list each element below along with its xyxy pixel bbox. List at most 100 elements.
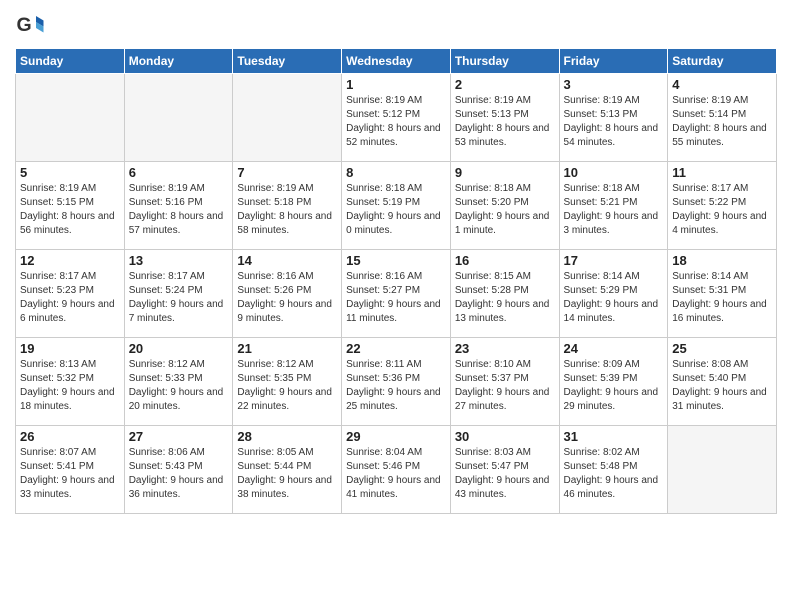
header: G <box>15 10 777 40</box>
day-info: Sunrise: 8:05 AM Sunset: 5:44 PM Dayligh… <box>237 446 337 502</box>
weekday-header-monday: Monday <box>124 49 233 74</box>
calendar-cell: 4 Sunrise: 8:19 AM Sunset: 5:14 PM Daylig… <box>668 74 777 162</box>
day-info: Sunrise: 8:18 AM Sunset: 5:21 PM Dayligh… <box>564 182 664 238</box>
calendar-week-row: 26 Sunrise: 8:07 AM Sunset: 5:41 PM Dayli… <box>16 426 777 514</box>
day-number: 13 <box>129 253 229 268</box>
calendar-cell: 12 Sunrise: 8:17 AM Sunset: 5:23 PM Dayli… <box>16 250 125 338</box>
calendar-week-row: 5 Sunrise: 8:19 AM Sunset: 5:15 PM Daylig… <box>16 162 777 250</box>
day-number: 31 <box>564 429 664 444</box>
calendar-cell: 11 Sunrise: 8:17 AM Sunset: 5:22 PM Dayli… <box>668 162 777 250</box>
calendar-cell: 20 Sunrise: 8:12 AM Sunset: 5:33 PM Dayli… <box>124 338 233 426</box>
calendar-cell <box>16 74 125 162</box>
day-info: Sunrise: 8:19 AM Sunset: 5:15 PM Dayligh… <box>20 182 120 238</box>
calendar-cell: 26 Sunrise: 8:07 AM Sunset: 5:41 PM Dayli… <box>16 426 125 514</box>
day-number: 21 <box>237 341 337 356</box>
day-number: 28 <box>237 429 337 444</box>
day-info: Sunrise: 8:02 AM Sunset: 5:48 PM Dayligh… <box>564 446 664 502</box>
calendar-cell: 8 Sunrise: 8:18 AM Sunset: 5:19 PM Daylig… <box>342 162 451 250</box>
calendar-cell: 2 Sunrise: 8:19 AM Sunset: 5:13 PM Daylig… <box>450 74 559 162</box>
calendar-cell: 31 Sunrise: 8:02 AM Sunset: 5:48 PM Dayli… <box>559 426 668 514</box>
weekday-header-row: SundayMondayTuesdayWednesdayThursdayFrid… <box>16 49 777 74</box>
day-number: 12 <box>20 253 120 268</box>
day-number: 26 <box>20 429 120 444</box>
day-info: Sunrise: 8:12 AM Sunset: 5:33 PM Dayligh… <box>129 358 229 414</box>
calendar-table: SundayMondayTuesdayWednesdayThursdayFrid… <box>15 48 777 514</box>
calendar-cell: 30 Sunrise: 8:03 AM Sunset: 5:47 PM Dayli… <box>450 426 559 514</box>
weekday-header-tuesday: Tuesday <box>233 49 342 74</box>
day-info: Sunrise: 8:08 AM Sunset: 5:40 PM Dayligh… <box>672 358 772 414</box>
calendar-cell: 3Sunrise: 8:19 AM Sunset: 5:13 PM Daylig… <box>559 74 668 162</box>
day-number: 7 <box>237 165 337 180</box>
calendar-cell: 5 Sunrise: 8:19 AM Sunset: 5:15 PM Daylig… <box>16 162 125 250</box>
weekday-header-thursday: Thursday <box>450 49 559 74</box>
calendar-cell: 22Sunrise: 8:11 AM Sunset: 5:36 PM Dayli… <box>342 338 451 426</box>
day-info: Sunrise: 8:19 AM Sunset: 5:12 PM Dayligh… <box>346 94 446 150</box>
calendar-cell: 21 Sunrise: 8:12 AM Sunset: 5:35 PM Dayli… <box>233 338 342 426</box>
day-info: Sunrise: 8:17 AM Sunset: 5:24 PM Dayligh… <box>129 270 229 326</box>
day-info: Sunrise: 8:14 AM Sunset: 5:31 PM Dayligh… <box>672 270 772 326</box>
day-info: Sunrise: 8:19 AM Sunset: 5:16 PM Dayligh… <box>129 182 229 238</box>
calendar-cell <box>668 426 777 514</box>
day-number: 9 <box>455 165 555 180</box>
day-info: Sunrise: 8:04 AM Sunset: 5:46 PM Dayligh… <box>346 446 446 502</box>
calendar-cell: 27Sunrise: 8:06 AM Sunset: 5:43 PM Dayli… <box>124 426 233 514</box>
calendar-cell: 19Sunrise: 8:13 AM Sunset: 5:32 PM Dayli… <box>16 338 125 426</box>
day-info: Sunrise: 8:19 AM Sunset: 5:13 PM Dayligh… <box>564 94 664 150</box>
weekday-header-wednesday: Wednesday <box>342 49 451 74</box>
calendar-week-row: 12 Sunrise: 8:17 AM Sunset: 5:23 PM Dayli… <box>16 250 777 338</box>
day-info: Sunrise: 8:16 AM Sunset: 5:26 PM Dayligh… <box>237 270 337 326</box>
day-info: Sunrise: 8:11 AM Sunset: 5:36 PM Dayligh… <box>346 358 446 414</box>
calendar-cell: 9 Sunrise: 8:18 AM Sunset: 5:20 PM Daylig… <box>450 162 559 250</box>
calendar-cell: 16 Sunrise: 8:15 AM Sunset: 5:28 PM Dayli… <box>450 250 559 338</box>
day-info: Sunrise: 8:13 AM Sunset: 5:32 PM Dayligh… <box>20 358 120 414</box>
day-info: Sunrise: 8:10 AM Sunset: 5:37 PM Dayligh… <box>455 358 555 414</box>
calendar-cell: 24 Sunrise: 8:09 AM Sunset: 5:39 PM Dayli… <box>559 338 668 426</box>
weekday-header-saturday: Saturday <box>668 49 777 74</box>
day-number: 8 <box>346 165 446 180</box>
day-number: 4 <box>672 77 772 92</box>
calendar-cell: 29Sunrise: 8:04 AM Sunset: 5:46 PM Dayli… <box>342 426 451 514</box>
day-info: Sunrise: 8:15 AM Sunset: 5:28 PM Dayligh… <box>455 270 555 326</box>
day-number: 15 <box>346 253 446 268</box>
day-info: Sunrise: 8:06 AM Sunset: 5:43 PM Dayligh… <box>129 446 229 502</box>
day-info: Sunrise: 8:18 AM Sunset: 5:20 PM Dayligh… <box>455 182 555 238</box>
logo: G <box>15 10 49 40</box>
day-info: Sunrise: 8:19 AM Sunset: 5:14 PM Dayligh… <box>672 94 772 150</box>
day-info: Sunrise: 8:17 AM Sunset: 5:22 PM Dayligh… <box>672 182 772 238</box>
calendar-cell: 13 Sunrise: 8:17 AM Sunset: 5:24 PM Dayli… <box>124 250 233 338</box>
day-number: 24 <box>564 341 664 356</box>
day-number: 11 <box>672 165 772 180</box>
calendar-cell: 15Sunrise: 8:16 AM Sunset: 5:27 PM Dayli… <box>342 250 451 338</box>
day-number: 30 <box>455 429 555 444</box>
day-info: Sunrise: 8:03 AM Sunset: 5:47 PM Dayligh… <box>455 446 555 502</box>
day-info: Sunrise: 8:19 AM Sunset: 5:13 PM Dayligh… <box>455 94 555 150</box>
logo-icon: G <box>15 10 45 40</box>
day-number: 16 <box>455 253 555 268</box>
calendar-cell: 17Sunrise: 8:14 AM Sunset: 5:29 PM Dayli… <box>559 250 668 338</box>
day-number: 1 <box>346 77 446 92</box>
day-number: 14 <box>237 253 337 268</box>
day-number: 25 <box>672 341 772 356</box>
day-number: 23 <box>455 341 555 356</box>
day-number: 20 <box>129 341 229 356</box>
calendar-cell: 10Sunrise: 8:18 AM Sunset: 5:21 PM Dayli… <box>559 162 668 250</box>
day-info: Sunrise: 8:12 AM Sunset: 5:35 PM Dayligh… <box>237 358 337 414</box>
day-info: Sunrise: 8:17 AM Sunset: 5:23 PM Dayligh… <box>20 270 120 326</box>
calendar-cell: 18Sunrise: 8:14 AM Sunset: 5:31 PM Dayli… <box>668 250 777 338</box>
day-info: Sunrise: 8:09 AM Sunset: 5:39 PM Dayligh… <box>564 358 664 414</box>
day-info: Sunrise: 8:07 AM Sunset: 5:41 PM Dayligh… <box>20 446 120 502</box>
calendar-cell: 23 Sunrise: 8:10 AM Sunset: 5:37 PM Dayli… <box>450 338 559 426</box>
day-info: Sunrise: 8:18 AM Sunset: 5:19 PM Dayligh… <box>346 182 446 238</box>
day-number: 5 <box>20 165 120 180</box>
day-info: Sunrise: 8:19 AM Sunset: 5:18 PM Dayligh… <box>237 182 337 238</box>
day-number: 6 <box>129 165 229 180</box>
calendar-cell <box>233 74 342 162</box>
page-container: G SundayMondayTuesdayWednesdayThursdayFr… <box>0 0 792 519</box>
weekday-header-sunday: Sunday <box>16 49 125 74</box>
day-number: 17 <box>564 253 664 268</box>
calendar-cell: 28 Sunrise: 8:05 AM Sunset: 5:44 PM Dayli… <box>233 426 342 514</box>
calendar-cell <box>124 74 233 162</box>
day-number: 2 <box>455 77 555 92</box>
calendar-cell: 14 Sunrise: 8:16 AM Sunset: 5:26 PM Dayli… <box>233 250 342 338</box>
calendar-week-row: 1 Sunrise: 8:19 AM Sunset: 5:12 PM Daylig… <box>16 74 777 162</box>
